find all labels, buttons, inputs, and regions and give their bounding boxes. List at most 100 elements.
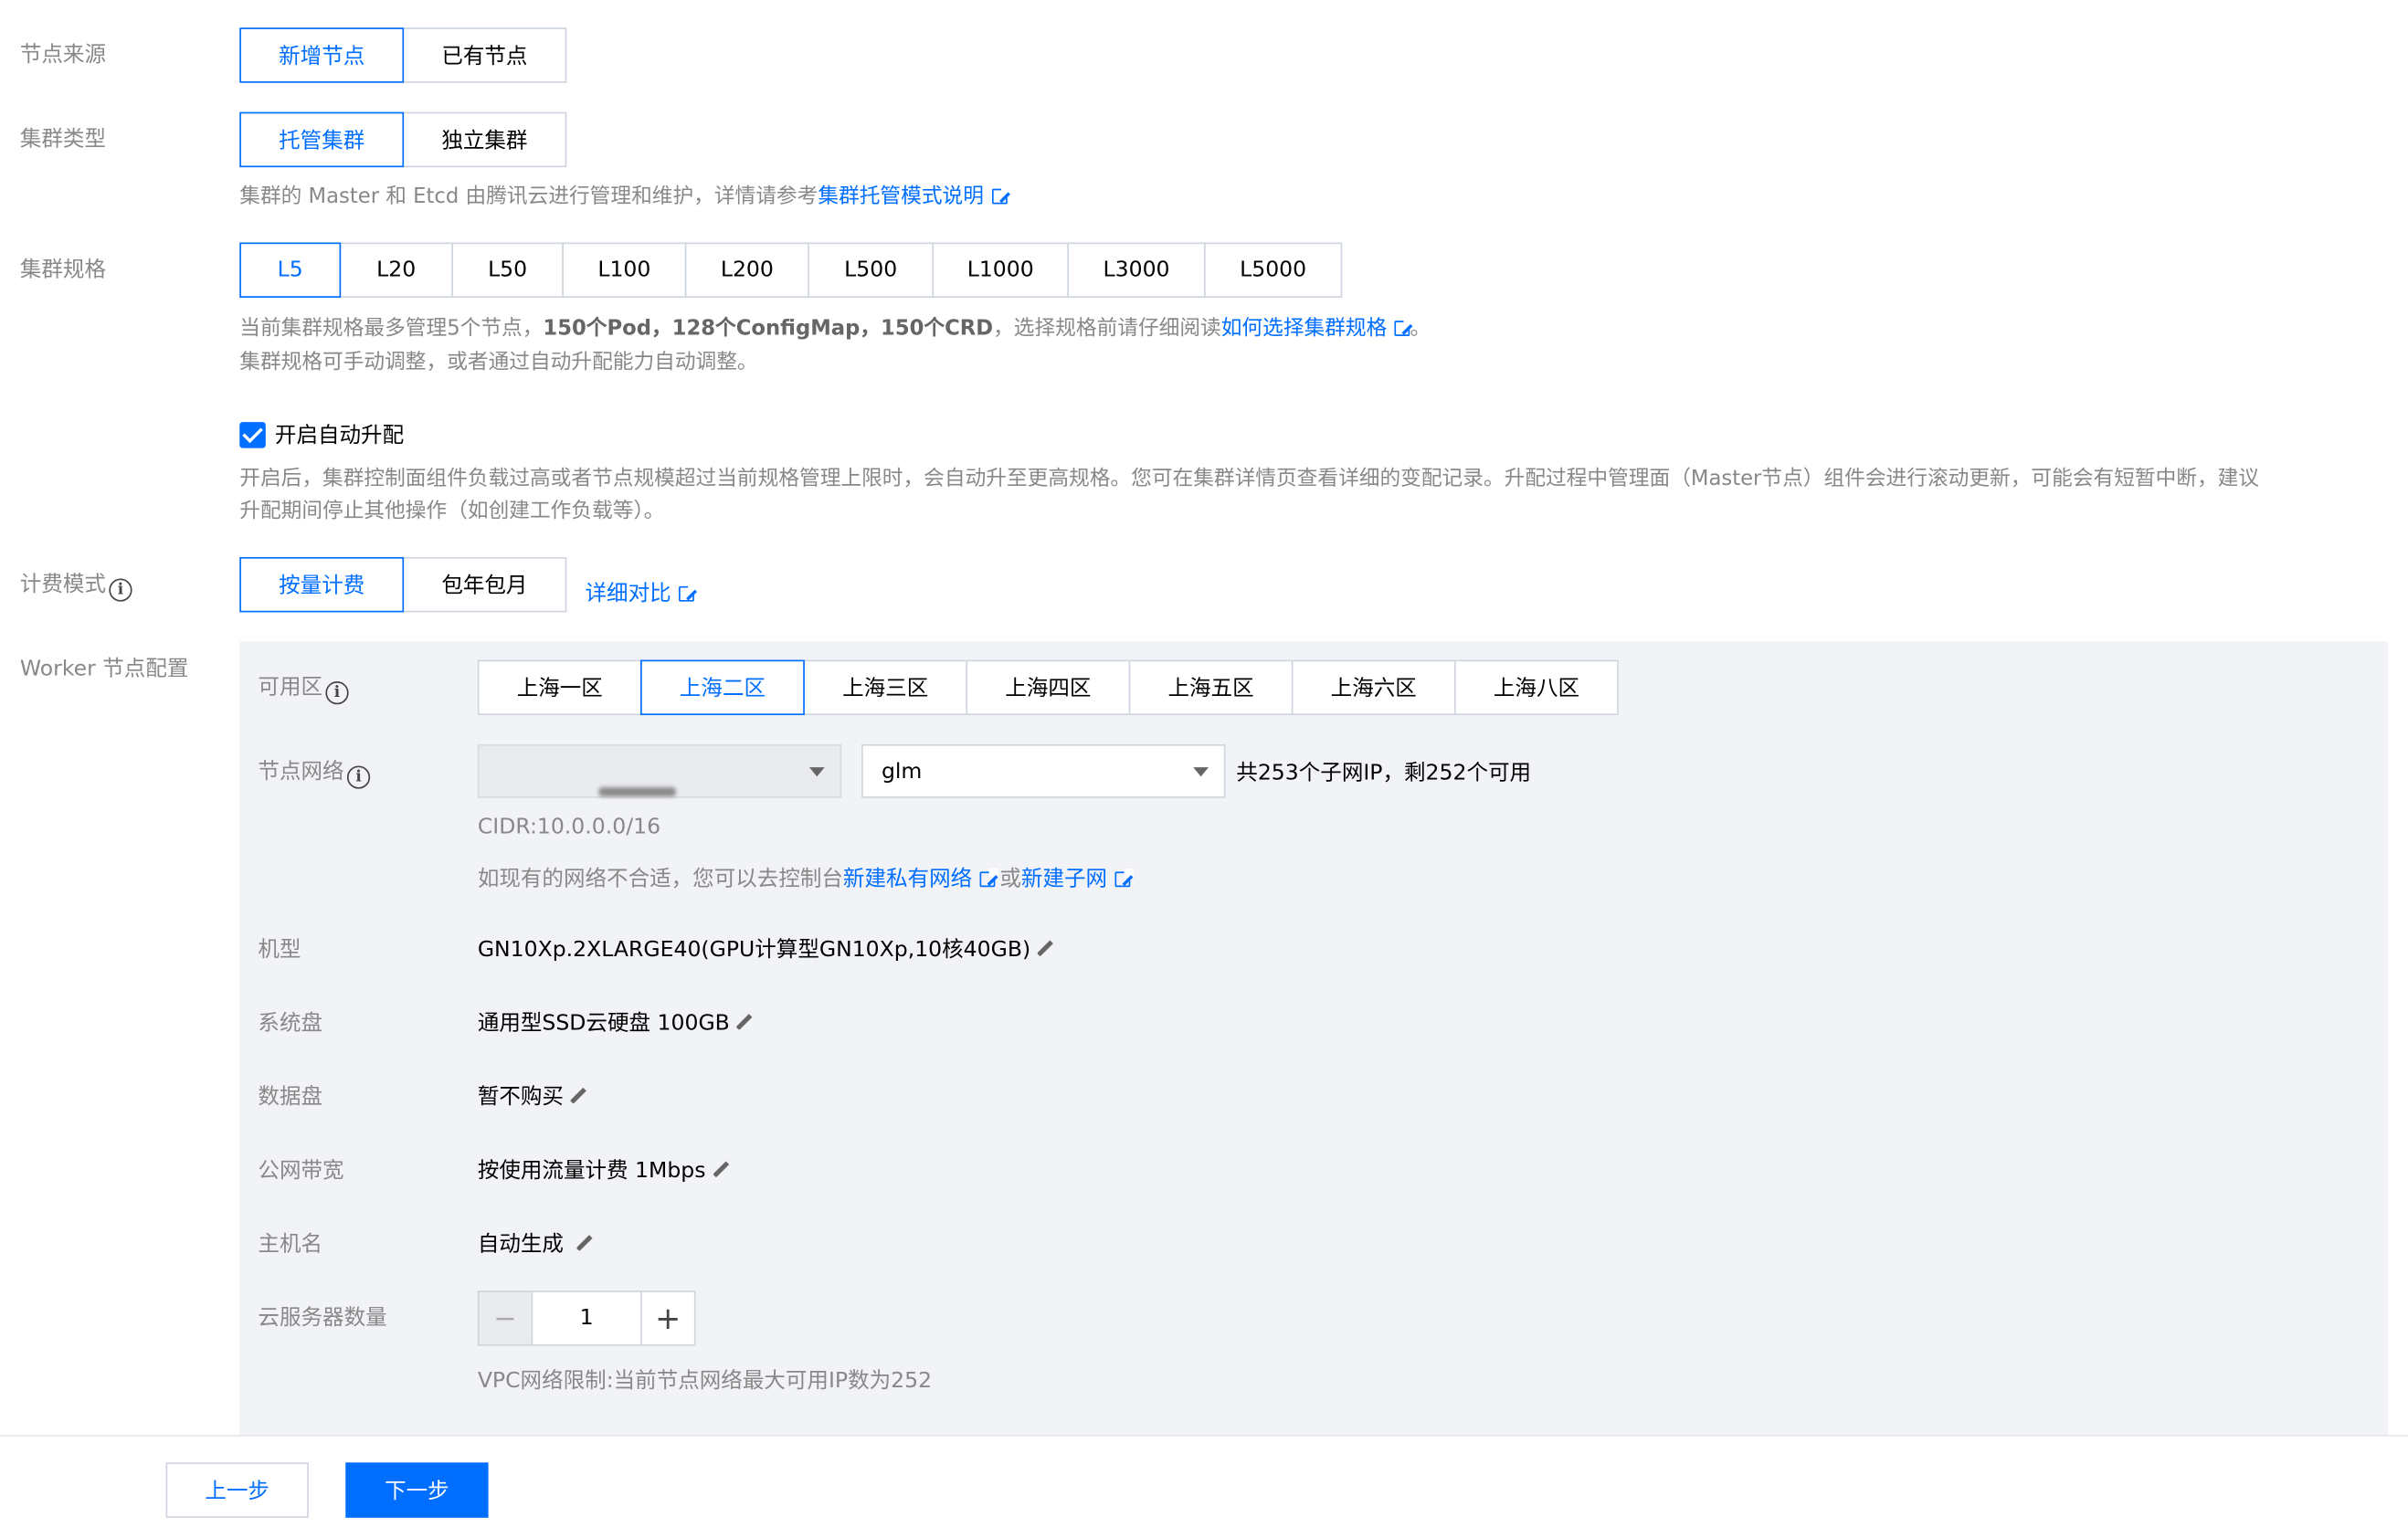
option-new-node[interactable]: 新增节点 bbox=[239, 27, 405, 83]
create-vpc-link[interactable]: 新建私有网络 bbox=[843, 867, 998, 891]
data-disk-value-text: 暂不购买 bbox=[477, 1084, 564, 1110]
zone-option-sh8[interactable]: 上海八区 bbox=[1454, 659, 1619, 716]
info-icon[interactable]: i bbox=[346, 765, 371, 789]
zone-option-sh3[interactable]: 上海三区 bbox=[803, 659, 968, 716]
external-link-icon bbox=[1114, 869, 1134, 888]
data-disk-value: 暂不购买 bbox=[477, 1082, 586, 1113]
auto-upgrade-desc-line2: 升配期间停止其他操作（如创建工作负载等）。 bbox=[239, 499, 665, 523]
cluster-spec-desc-bold: 150个Pod，128个ConfigMap，150个CRD bbox=[543, 316, 994, 342]
network-hint-text: 如现有的网络不合适，您可以去控制台 bbox=[477, 867, 843, 892]
external-link-icon bbox=[991, 185, 1010, 205]
cluster-spec-desc-line2: 集群规格可手动调整，或者通过自动升配能力自动调整。 bbox=[239, 350, 758, 374]
zone-option-sh4[interactable]: 上海四区 bbox=[966, 659, 1131, 716]
spec-guide-link[interactable]: 如何选择集群规格 bbox=[1220, 316, 1413, 342]
option-pay-as-you-go[interactable]: 按量计费 bbox=[239, 556, 405, 613]
system-disk-value: 通用型SSD云硬盘 100GB bbox=[477, 1008, 753, 1039]
info-icon[interactable]: i bbox=[325, 681, 349, 705]
cluster-type-label: 集群类型 bbox=[19, 127, 106, 153]
vpc-limit-text: VPC网络限制:当前节点网络最大可用IP数为252 bbox=[477, 1368, 933, 1394]
zone-label: 可用区 i bbox=[258, 672, 349, 705]
external-link-icon bbox=[1394, 317, 1413, 336]
spec-option-l1000[interactable]: L1000 bbox=[932, 242, 1070, 298]
quantity-stepper: − 1 + bbox=[477, 1290, 696, 1346]
spec-option-l100[interactable]: L100 bbox=[562, 242, 687, 298]
cluster-spec-label: 集群规格 bbox=[19, 258, 106, 283]
spec-option-l50[interactable]: L50 bbox=[451, 242, 564, 298]
billing-segment: 按量计费 包年包月 bbox=[239, 556, 567, 613]
cluster-spec-desc-end: 。 bbox=[1410, 316, 1431, 342]
cluster-spec-desc-b: ，选择规格前请仔细阅读 bbox=[993, 316, 1221, 342]
hostname-value-text: 自动生成 bbox=[477, 1232, 564, 1258]
spec-option-l3000[interactable]: L3000 bbox=[1067, 242, 1206, 298]
cluster-spec-desc: 当前集群规格最多管理5个节点，150个Pod，128个ConfigMap，150… bbox=[239, 313, 1431, 345]
node-source-label: 节点来源 bbox=[19, 43, 106, 68]
billing-label: 计费模式 i bbox=[19, 569, 132, 602]
cluster-type-desc-text: 集群的 Master 和 Etcd 由腾讯云进行管理和维护，详情请参考 bbox=[239, 184, 819, 209]
vpc-select[interactable] bbox=[477, 743, 842, 798]
bandwidth-value-text: 按使用流量计费 1Mbps bbox=[477, 1158, 706, 1184]
auto-upgrade-desc-line1: 开启后，集群控制面组件负载过高或者节点规模超过当前规格管理上限时，会自动升至更高… bbox=[239, 466, 2260, 491]
option-independent-cluster[interactable]: 独立集群 bbox=[402, 111, 567, 168]
subnet-select[interactable]: glm bbox=[861, 743, 1226, 798]
auto-upgrade-label: 开启自动升配 bbox=[274, 423, 405, 448]
hostname-label: 主机名 bbox=[258, 1232, 323, 1258]
next-step-button[interactable]: 下一步 bbox=[345, 1462, 489, 1518]
hostname-value: 自动生成 bbox=[477, 1229, 593, 1260]
system-disk-label: 系统盘 bbox=[258, 1011, 323, 1037]
bandwidth-value: 按使用流量计费 1Mbps bbox=[477, 1155, 729, 1186]
external-link-icon bbox=[979, 869, 998, 888]
server-count-label: 云服务器数量 bbox=[258, 1305, 387, 1331]
model-label: 机型 bbox=[258, 937, 301, 963]
create-subnet-link-text: 新建子网 bbox=[1020, 867, 1108, 892]
zone-option-sh6[interactable]: 上海六区 bbox=[1291, 659, 1456, 716]
billing-label-text: 计费模式 bbox=[19, 572, 106, 597]
spec-guide-link-text: 如何选择集群规格 bbox=[1220, 316, 1388, 342]
decrement-button[interactable]: − bbox=[477, 1290, 533, 1346]
subnet-ip-info: 共253个子网IP，剩252个可用 bbox=[1236, 761, 1532, 786]
option-managed-cluster[interactable]: 托管集群 bbox=[239, 111, 405, 168]
spec-option-l5000[interactable]: L5000 bbox=[1203, 242, 1343, 298]
bandwidth-label: 公网带宽 bbox=[258, 1158, 344, 1184]
increment-button[interactable]: + bbox=[640, 1290, 696, 1346]
worker-config-label: Worker 节点配置 bbox=[19, 657, 189, 682]
zone-label-text: 可用区 bbox=[258, 675, 323, 701]
auto-upgrade-checkbox[interactable]: 开启自动升配 bbox=[239, 419, 404, 450]
chevron-down-icon bbox=[1193, 767, 1209, 777]
data-disk-label: 数据盘 bbox=[258, 1084, 323, 1110]
cidr-text: CIDR:10.0.0.0/16 bbox=[477, 815, 661, 840]
model-value: GN10Xp.2XLARGE40(GPU计算型GN10Xp,10核40GB) bbox=[477, 934, 1054, 965]
cluster-spec-desc-a: 当前集群规格最多管理5个节点， bbox=[239, 316, 544, 342]
chevron-down-icon bbox=[808, 767, 825, 777]
spec-option-l500[interactable]: L500 bbox=[808, 242, 935, 298]
zone-option-sh1[interactable]: 上海一区 bbox=[477, 659, 642, 716]
cluster-type-segment: 托管集群 独立集群 bbox=[239, 111, 567, 168]
node-source-segment: 新增节点 已有节点 bbox=[239, 27, 567, 83]
checkbox-checked-icon bbox=[239, 421, 266, 448]
billing-compare-link[interactable]: 详细对比 bbox=[585, 577, 698, 608]
cluster-spec-segment: L5 L20 L50 L100 L200 L500 L1000 L3000 L5… bbox=[239, 242, 1343, 298]
zone-segment: 上海一区 上海二区 上海三区 上海四区 上海五区 上海六区 上海八区 bbox=[477, 659, 1619, 716]
redacted-value bbox=[598, 786, 676, 797]
network-hint: 如现有的网络不合适，您可以去控制台新建私有网络 或新建子网 bbox=[477, 862, 1134, 893]
info-icon[interactable]: i bbox=[109, 578, 132, 602]
billing-compare-link-text: 详细对比 bbox=[585, 581, 671, 606]
external-link-icon bbox=[679, 583, 698, 602]
option-existing-node[interactable]: 已有节点 bbox=[402, 27, 567, 83]
managed-mode-doc-link[interactable]: 集群托管模式说明 bbox=[818, 184, 1010, 209]
server-count-input[interactable]: 1 bbox=[533, 1290, 641, 1346]
network-label-text: 节点网络 bbox=[258, 759, 344, 785]
option-monthly[interactable]: 包年包月 bbox=[402, 556, 567, 613]
model-value-text: GN10Xp.2XLARGE40(GPU计算型GN10Xp,10核40GB) bbox=[477, 937, 1031, 963]
cluster-type-desc: 集群的 Master 和 Etcd 由腾讯云进行管理和维护，详情请参考集群托管模… bbox=[239, 181, 1010, 213]
network-label: 节点网络 i bbox=[258, 756, 371, 789]
network-hint-or: 或 bbox=[999, 867, 1021, 892]
create-subnet-link[interactable]: 新建子网 bbox=[1020, 867, 1134, 892]
system-disk-value-text: 通用型SSD云硬盘 100GB bbox=[477, 1011, 730, 1037]
spec-option-l5[interactable]: L5 bbox=[239, 242, 342, 298]
spec-option-l20[interactable]: L20 bbox=[339, 242, 453, 298]
spec-option-l200[interactable]: L200 bbox=[684, 242, 809, 298]
subnet-select-value: glm bbox=[881, 759, 923, 785]
zone-option-sh5[interactable]: 上海五区 bbox=[1128, 659, 1294, 716]
prev-step-button[interactable]: 上一步 bbox=[165, 1462, 309, 1518]
zone-option-sh2[interactable]: 上海二区 bbox=[640, 659, 805, 716]
